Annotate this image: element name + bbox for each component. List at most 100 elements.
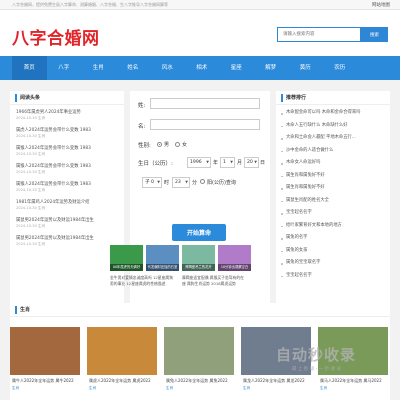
nav-item-xiangshu[interactable]: 相术	[185, 56, 220, 80]
chevron-down-icon: ▼	[157, 180, 160, 184]
nav-item-nongli[interactable]: 农历	[323, 56, 358, 80]
list-item[interactable]: 属鼠男2024年运势以及财运1984年出生 2024-10-30 生肖	[16, 215, 118, 233]
item-title[interactable]: 1966年属虎男人2024年事业运势	[16, 107, 118, 115]
list-item[interactable]: 属鼠生肖配的姓名大全	[281, 195, 385, 208]
list-item[interactable]: 属生肖和属兔好不好	[281, 182, 385, 195]
list-item[interactable]: 属猴人2024年运势会带什么变数 1983 2024-10-30 生肖	[16, 161, 118, 179]
thumbnail-caption: 10分钟出观察空白	[218, 264, 251, 271]
ox-image	[10, 327, 80, 375]
list-item[interactable]: 宝宝起名名字	[281, 270, 385, 283]
search-button[interactable]: 搜索	[361, 27, 388, 42]
day-value: 20	[247, 160, 253, 165]
search-input[interactable]	[277, 27, 361, 42]
zodiac-card[interactable]: 属牛人2022年全年运势 属牛2022 生肖	[10, 327, 80, 400]
gender-female-radio[interactable]	[175, 142, 180, 147]
related-links[interactable]: 摩羯座适宜配偶 属猴买子坐驾有的在座 属狗生肖运势 2018属虎运势	[182, 275, 246, 286]
item-title[interactable]: 属虎人2024年运势会带什么变数 1983	[16, 125, 118, 133]
site-logo[interactable]: 八字合婚网	[12, 24, 100, 49]
nav-item-huangli[interactable]: 黄历	[288, 56, 323, 80]
list-item[interactable]: 大命和土命会人最配 平地木命五行...	[281, 132, 385, 145]
item-tag: 生肖	[38, 206, 46, 210]
start-fortune-button[interactable]: 开始算命	[172, 224, 226, 241]
minute-select[interactable]: 23 ▼	[172, 177, 190, 188]
item-tag: 生肖	[38, 116, 46, 120]
site-map-link[interactable]: 网站地图	[372, 2, 390, 8]
birthday-label: 生日（公历）:	[138, 161, 173, 167]
list-item[interactable]: 属生肖和属兔好不好	[281, 170, 385, 183]
month-unit: 月	[237, 160, 243, 166]
zodiac-card[interactable]: 属虎人2022年全年运势 属虎2022 生肖	[87, 327, 157, 400]
headline-list: 1966年属虎男人2024年事业运势 2024-10-30 生肖 属虎人2024年…	[10, 105, 124, 253]
list-item[interactable]: 属鼠男2024年运势以及财运1984年出生 2024-10-30 生肖	[16, 233, 118, 251]
panel-title: 推荐排行	[286, 95, 307, 101]
top-notice-bar: 八字合婚网，提供免费生辰八字算命、测算婚姻、八字合婚、生八字推导八字合婚网算等 …	[0, 0, 400, 10]
list-item[interactable]: 属兔的女孩	[281, 245, 385, 258]
thumbnail[interactable]: 代发偏财还摇的石室	[146, 245, 179, 271]
day-select[interactable]: 20 ▼	[244, 157, 259, 168]
name-input[interactable]	[150, 119, 260, 130]
hour-unit: 时	[164, 180, 170, 186]
item-title[interactable]: 属鼠男2024年运势以及财运1984年出生	[16, 233, 118, 241]
nav-item-xingzuo[interactable]: 星座	[219, 56, 254, 80]
day-unit: 日	[260, 160, 266, 166]
nav-item-home[interactable]: 首页	[12, 56, 47, 80]
calendar-radio[interactable]	[200, 179, 205, 184]
accent-bar	[281, 94, 283, 102]
list-item[interactable]: 属兔的名字	[281, 232, 385, 245]
nav-item-xingming[interactable]: 姓名	[116, 56, 151, 80]
card-title[interactable]: 属牛人2022年全年运势 属牛2022	[10, 375, 80, 384]
item-title[interactable]: 1981年属鸡人2024年运势及财运介绍	[16, 197, 118, 205]
surname-input[interactable]	[150, 98, 260, 109]
item-tag: 生肖	[38, 242, 46, 246]
list-item[interactable]: 木命配金命可以吗 木命和金命合得来吗	[281, 107, 385, 120]
item-date: 2024-10-30	[16, 242, 37, 246]
thumbnail-caption: 代发偏财还摇的石室	[146, 264, 179, 271]
list-item[interactable]: 1981年属鸡人2024年运势及财运介绍 2024-10-30 生肖	[16, 197, 118, 215]
related-links[interactable]: 金牛男对爱情忠诚度高吗 12星座属狗男的事业 12星座属虎的性格描述	[110, 275, 174, 286]
nav-item-fengshui[interactable]: 风水	[150, 56, 185, 80]
card-title[interactable]: 属兔人2022年全年运势 属兔2022	[164, 375, 234, 384]
nav-item-jiemeng[interactable]: 解梦	[254, 56, 289, 80]
card-tag: 生肖	[166, 386, 174, 390]
zodiac-card[interactable]: 属兔人2022年全年运势 属兔2022 生肖	[164, 327, 234, 400]
minute-value: 23	[175, 180, 181, 185]
item-title[interactable]: 属猴人2024年运势会带什么变数 1983	[16, 161, 118, 169]
hour-select[interactable]: 子 0 ▼	[142, 177, 162, 188]
list-item[interactable]: 属猴人2024年运势会带什么变数 1983 2024-10-30 生肖	[16, 143, 118, 161]
card-title[interactable]: 属虎人2022年全年运势 属虎2022	[87, 375, 157, 384]
item-title[interactable]: 属猴人2024年运势会带什么变数 1983	[16, 179, 118, 187]
item-tag: 生肖	[38, 224, 46, 228]
list-item[interactable]: 木命人五行缺什么 木命缺什么好	[281, 120, 385, 133]
item-date: 2024-10-30	[16, 134, 37, 138]
month-select[interactable]: 1 ▼	[220, 157, 235, 168]
item-tag: 生肖	[38, 170, 46, 174]
list-item[interactable]: 属虎人2024年运势会带什么变数 1983 2024-10-30 生肖	[16, 125, 118, 143]
thumbnail[interactable]: 摩羯座吊兰的花卉	[182, 245, 215, 271]
minute-unit: 分	[192, 180, 198, 186]
nav-item-shengxiao[interactable]: 生肖	[81, 56, 116, 80]
list-item[interactable]: 沙中金命的人适合做什么	[281, 145, 385, 158]
list-item[interactable]: 木命女人命运好吗	[281, 157, 385, 170]
thumbnail[interactable]: 00年属虎的天蝎好	[110, 245, 143, 271]
year-value: 1996	[190, 160, 202, 165]
list-item[interactable]: 属兔的宝宝取名字	[281, 257, 385, 270]
list-item[interactable]: 属猴人2024年运势会带什么变数 1983 2024-10-30 生肖	[16, 179, 118, 197]
list-item[interactable]: 宝宝起名名字	[281, 207, 385, 220]
gender-male-radio[interactable]	[157, 142, 162, 147]
list-item[interactable]: 1966年属虎男人2024年事业运势 2024-10-30 生肖	[16, 107, 118, 125]
item-tag: 生肖	[38, 134, 46, 138]
list-item[interactable]: 给叶家繁育好文和本地的地方	[281, 220, 385, 233]
thumbnail[interactable]: 10分钟出观察空白	[218, 245, 251, 271]
panel-title: 阅读头条	[20, 95, 41, 101]
gender-male-label: 男	[164, 142, 170, 148]
nav-item-bazi[interactable]: 八字	[47, 56, 82, 80]
item-title[interactable]: 属猴人2024年运势会带什么变数 1983	[16, 143, 118, 151]
item-title[interactable]: 属鼠男2024年运势以及财运1984年出生	[16, 215, 118, 223]
header: 八字合婚网 搜索	[0, 10, 400, 56]
watermark-title: 自动秒收录	[276, 346, 357, 364]
panel-header: 推荐排行	[276, 91, 390, 105]
year-select[interactable]: 1996 ▼	[187, 157, 211, 168]
card-tag: 生肖	[89, 386, 97, 390]
item-date: 2024-10-30	[16, 188, 37, 192]
item-tag: 生肖	[38, 152, 46, 156]
